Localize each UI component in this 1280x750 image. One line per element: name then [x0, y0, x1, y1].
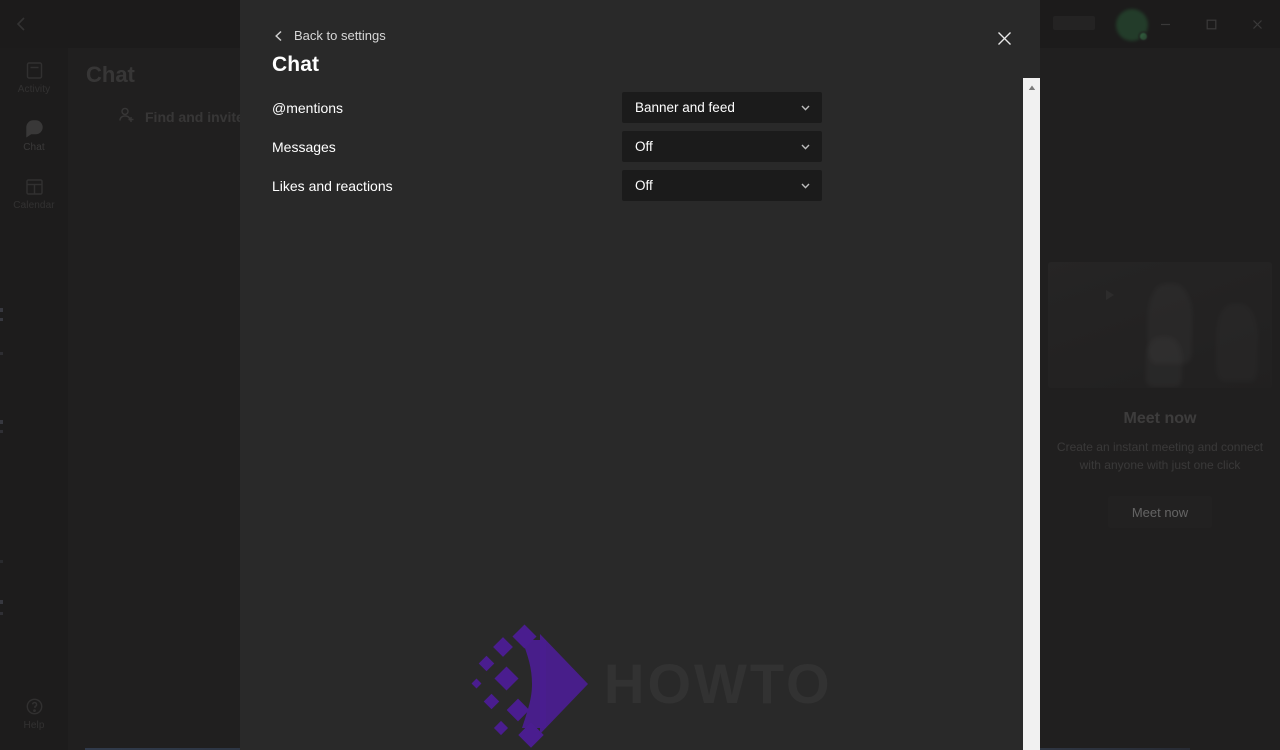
sidebar-item-activity[interactable]: Activity	[0, 48, 68, 106]
sidebar-item-calendar[interactable]: Calendar	[0, 164, 68, 222]
window-controls	[1142, 0, 1280, 48]
meet-now-button[interactable]: Meet now	[1108, 496, 1212, 528]
meet-now-title: Meet now	[1123, 410, 1197, 427]
chat-notification-settings-dialog: Back to settings Chat @mentions Banner a…	[240, 0, 1040, 750]
app-window: Activity Chat Calendar Help Chat Find an…	[0, 0, 1280, 750]
thumbnail-person	[1216, 304, 1258, 382]
dropdown-value: Off	[635, 139, 653, 154]
edge-artifact	[0, 600, 3, 604]
sidebar-item-label: Activity	[17, 83, 51, 95]
dropdown-value: Banner and feed	[635, 100, 735, 115]
minimize-button[interactable]	[1142, 0, 1188, 48]
sidebar-item-label: Chat	[23, 141, 45, 153]
likes-reactions-notification-dropdown[interactable]: Off	[622, 170, 822, 201]
setting-label: Messages	[272, 138, 336, 155]
close-icon	[997, 31, 1011, 45]
play-icon	[1106, 290, 1114, 300]
sidebar-item-chat[interactable]: Chat	[0, 106, 68, 164]
dialog-scrollbar[interactable]	[1023, 78, 1040, 750]
dialog-title: Chat	[272, 53, 320, 76]
edge-artifact	[0, 308, 3, 312]
calendar-icon	[24, 176, 45, 197]
back-to-settings-link[interactable]: Back to settings	[273, 28, 386, 43]
edge-artifact	[0, 612, 3, 615]
chevron-down-icon	[799, 101, 812, 114]
messages-notification-dropdown[interactable]: Off	[622, 131, 822, 162]
meet-now-panel: Meet now Create an instant meeting and c…	[1040, 262, 1280, 528]
mentions-notification-dropdown[interactable]: Banner and feed	[622, 92, 822, 123]
add-person-icon	[118, 106, 135, 128]
setting-label: @mentions	[272, 99, 344, 116]
chevron-down-icon	[799, 179, 812, 192]
dialog-close-button[interactable]	[988, 22, 1020, 54]
chevron-left-icon	[273, 30, 285, 42]
app-back-icon[interactable]	[12, 14, 32, 34]
sidebar-item-label: Help	[23, 719, 45, 731]
search-box-ghost[interactable]	[1053, 16, 1095, 30]
scroll-up-arrow-icon[interactable]	[1023, 81, 1040, 95]
maximize-button[interactable]	[1188, 0, 1234, 48]
back-to-settings-label: Back to settings	[294, 28, 386, 43]
page-title: Chat	[86, 62, 135, 87]
rail-bottom: Help	[0, 684, 68, 742]
sidebar-item-help[interactable]: Help	[0, 684, 68, 742]
edge-artifact	[0, 420, 3, 424]
meet-now-thumbnail	[1048, 262, 1272, 388]
edge-artifact	[0, 352, 3, 355]
chevron-down-icon	[799, 140, 812, 153]
dropdown-value: Off	[635, 178, 653, 193]
thumbnail-person	[1146, 337, 1182, 387]
find-and-invite-label: Find and invite	[145, 109, 244, 125]
chat-bubble-icon	[24, 118, 45, 139]
left-rail: Activity Chat Calendar Help	[0, 48, 68, 750]
meet-now-description: Create an instant meeting and connect wi…	[1056, 440, 1264, 472]
edge-artifact	[0, 430, 3, 433]
activity-icon	[24, 60, 45, 81]
setting-row-messages: Messages Off	[240, 127, 1040, 166]
help-icon	[24, 696, 45, 717]
sidebar-item-label: Calendar	[13, 199, 55, 211]
close-button[interactable]	[1234, 0, 1280, 48]
edge-artifact	[0, 560, 3, 563]
setting-row-likes-reactions: Likes and reactions Off	[240, 166, 1040, 205]
setting-label: Likes and reactions	[272, 177, 393, 194]
edge-artifact	[0, 318, 3, 321]
setting-row-mentions: @mentions Banner and feed	[240, 88, 1040, 127]
